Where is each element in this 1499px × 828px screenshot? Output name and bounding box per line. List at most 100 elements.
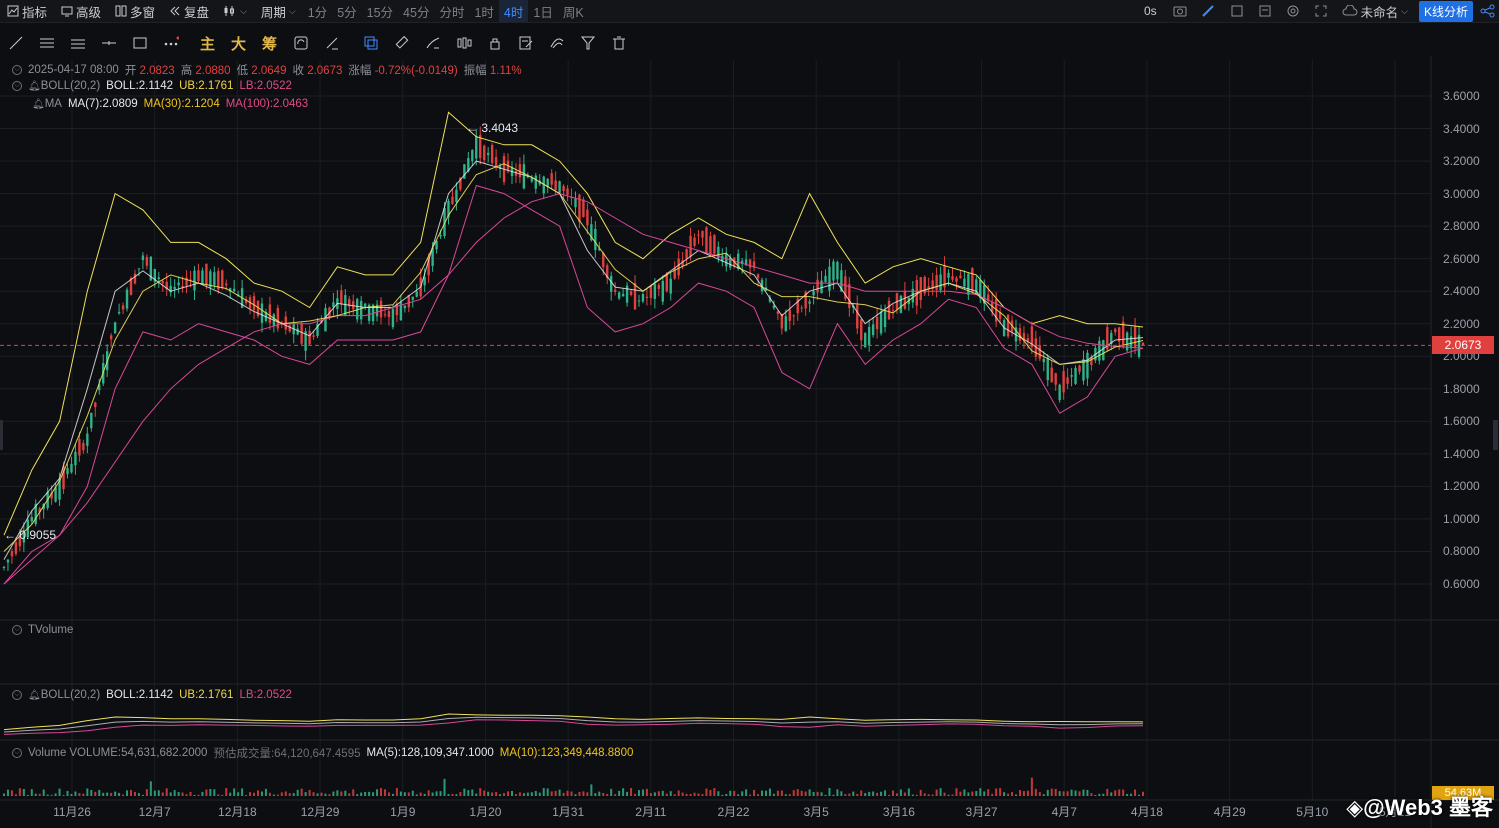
volume-bar [1054, 788, 1057, 796]
volume-bar [622, 788, 625, 796]
candle-body [486, 152, 490, 156]
volume-bar [983, 791, 986, 796]
volume-bar [649, 793, 652, 796]
volume-bar [713, 788, 716, 796]
boll-sub-legend: ⌵ 🔔︎ BOLL(20,2) BOLL:2.1142 UB:2.1761 LB… [12, 689, 292, 701]
bell-icon[interactable]: 🔔︎ [28, 690, 41, 701]
volume-bar [1062, 791, 1065, 796]
collapse-icon[interactable]: ⌵ [12, 81, 22, 91]
volume-bar [836, 789, 839, 796]
collapse-icon[interactable]: ⌵ [12, 625, 22, 635]
volume-bar [324, 793, 327, 796]
volume-bar [1126, 793, 1129, 796]
volume-bar [1118, 789, 1121, 796]
candle-body [232, 288, 236, 292]
volume-bar [999, 788, 1002, 796]
candle-body [197, 270, 200, 282]
volume-bar [209, 788, 212, 796]
price-tick-label: 2.6000 [1443, 251, 1480, 266]
volume-bar [495, 792, 498, 796]
volume-bar [165, 788, 168, 796]
volume-bar [594, 793, 597, 796]
volume-bar [451, 793, 454, 796]
candle-body [621, 293, 625, 297]
time-tick-label: 4月29 [1213, 805, 1246, 819]
volume-bar [943, 792, 946, 796]
candle-body [828, 266, 831, 291]
candle-body [919, 277, 922, 301]
volume-bar [753, 789, 756, 796]
candle-body [145, 256, 149, 266]
bell-icon[interactable]: 🔔︎ [28, 81, 41, 92]
candle-date: 2025-04-17 08:00 [28, 64, 119, 76]
price-chart[interactable] [0, 0, 1499, 828]
volume-bar [991, 793, 994, 796]
right-resize-handle[interactable] [1493, 420, 1498, 450]
boll-ub-value: UB:2.1761 [179, 80, 234, 92]
volume-bar [312, 792, 315, 796]
collapse-icon[interactable]: ⌵ [12, 690, 22, 700]
candle-body [645, 296, 649, 299]
volume-bar [459, 792, 462, 796]
volume-bar [197, 794, 200, 796]
candle-body [665, 274, 668, 292]
volume-bar [407, 792, 410, 796]
volume-bar [284, 791, 287, 796]
volume-bar [578, 791, 581, 796]
candle-body [939, 274, 942, 291]
volume-bar [435, 791, 438, 796]
volume-bar [542, 788, 545, 796]
volume-bar [46, 794, 49, 796]
collapse-icon[interactable]: ⌵ [12, 65, 22, 75]
low-annotation: ← 0.9055 [4, 528, 57, 542]
amplitude-value: 1.11% [489, 65, 522, 77]
boll-mid-value: BOLL:2.1142 [106, 80, 174, 92]
change-value: -0.72%(-0.0149) [374, 65, 458, 77]
volume-bar [3, 793, 5, 796]
volume-bar [205, 789, 208, 796]
candle-body [225, 283, 228, 286]
candle-body [10, 551, 14, 557]
current-price-tag: 2.0673 [1432, 336, 1494, 355]
ma-name: MA [44, 98, 62, 110]
volume-bar [1030, 777, 1033, 796]
candle-body [832, 261, 835, 281]
candle-body [300, 323, 303, 344]
ma100-value: MA(100):2.0463 [225, 98, 309, 110]
volume-bar [1026, 790, 1029, 796]
volume-bar [832, 794, 835, 796]
open-label: 开 [124, 65, 137, 77]
volume-bar [249, 792, 252, 796]
bell-icon[interactable]: 🔔︎ [32, 99, 45, 110]
volume-bar [499, 794, 502, 796]
volume-bar [66, 790, 69, 796]
volume-bar [872, 791, 875, 796]
volume-bar [614, 794, 617, 796]
volume-bar [332, 791, 335, 796]
low-annotation-value: 0.9055 [19, 528, 57, 542]
collapse-icon[interactable]: ⌵ [12, 748, 22, 758]
volume-bar [967, 792, 970, 796]
candle-body [475, 135, 478, 159]
candle-body [558, 181, 561, 193]
volume-bar [768, 788, 771, 796]
watermark: ◈@Web3 墨客 [1346, 795, 1493, 820]
candle-body [903, 291, 907, 309]
candle-body [610, 275, 613, 292]
volume-bar [995, 788, 998, 796]
candle-body [1070, 375, 1073, 377]
candle-body [86, 433, 89, 446]
volume-bar [54, 793, 57, 796]
volume-bar [927, 794, 930, 796]
candle-body [403, 305, 407, 309]
boll-sub-ub-value: UB:2.1761 [179, 689, 234, 701]
candle-body [383, 314, 387, 316]
volume-bar [606, 793, 609, 796]
candle-body [411, 296, 414, 300]
left-resize-handle[interactable] [0, 420, 3, 450]
volume-bar [221, 794, 224, 796]
volume-bar [852, 791, 855, 796]
volume-bar [1130, 793, 1133, 796]
candle-body [812, 291, 815, 296]
volume-bar [884, 790, 887, 796]
